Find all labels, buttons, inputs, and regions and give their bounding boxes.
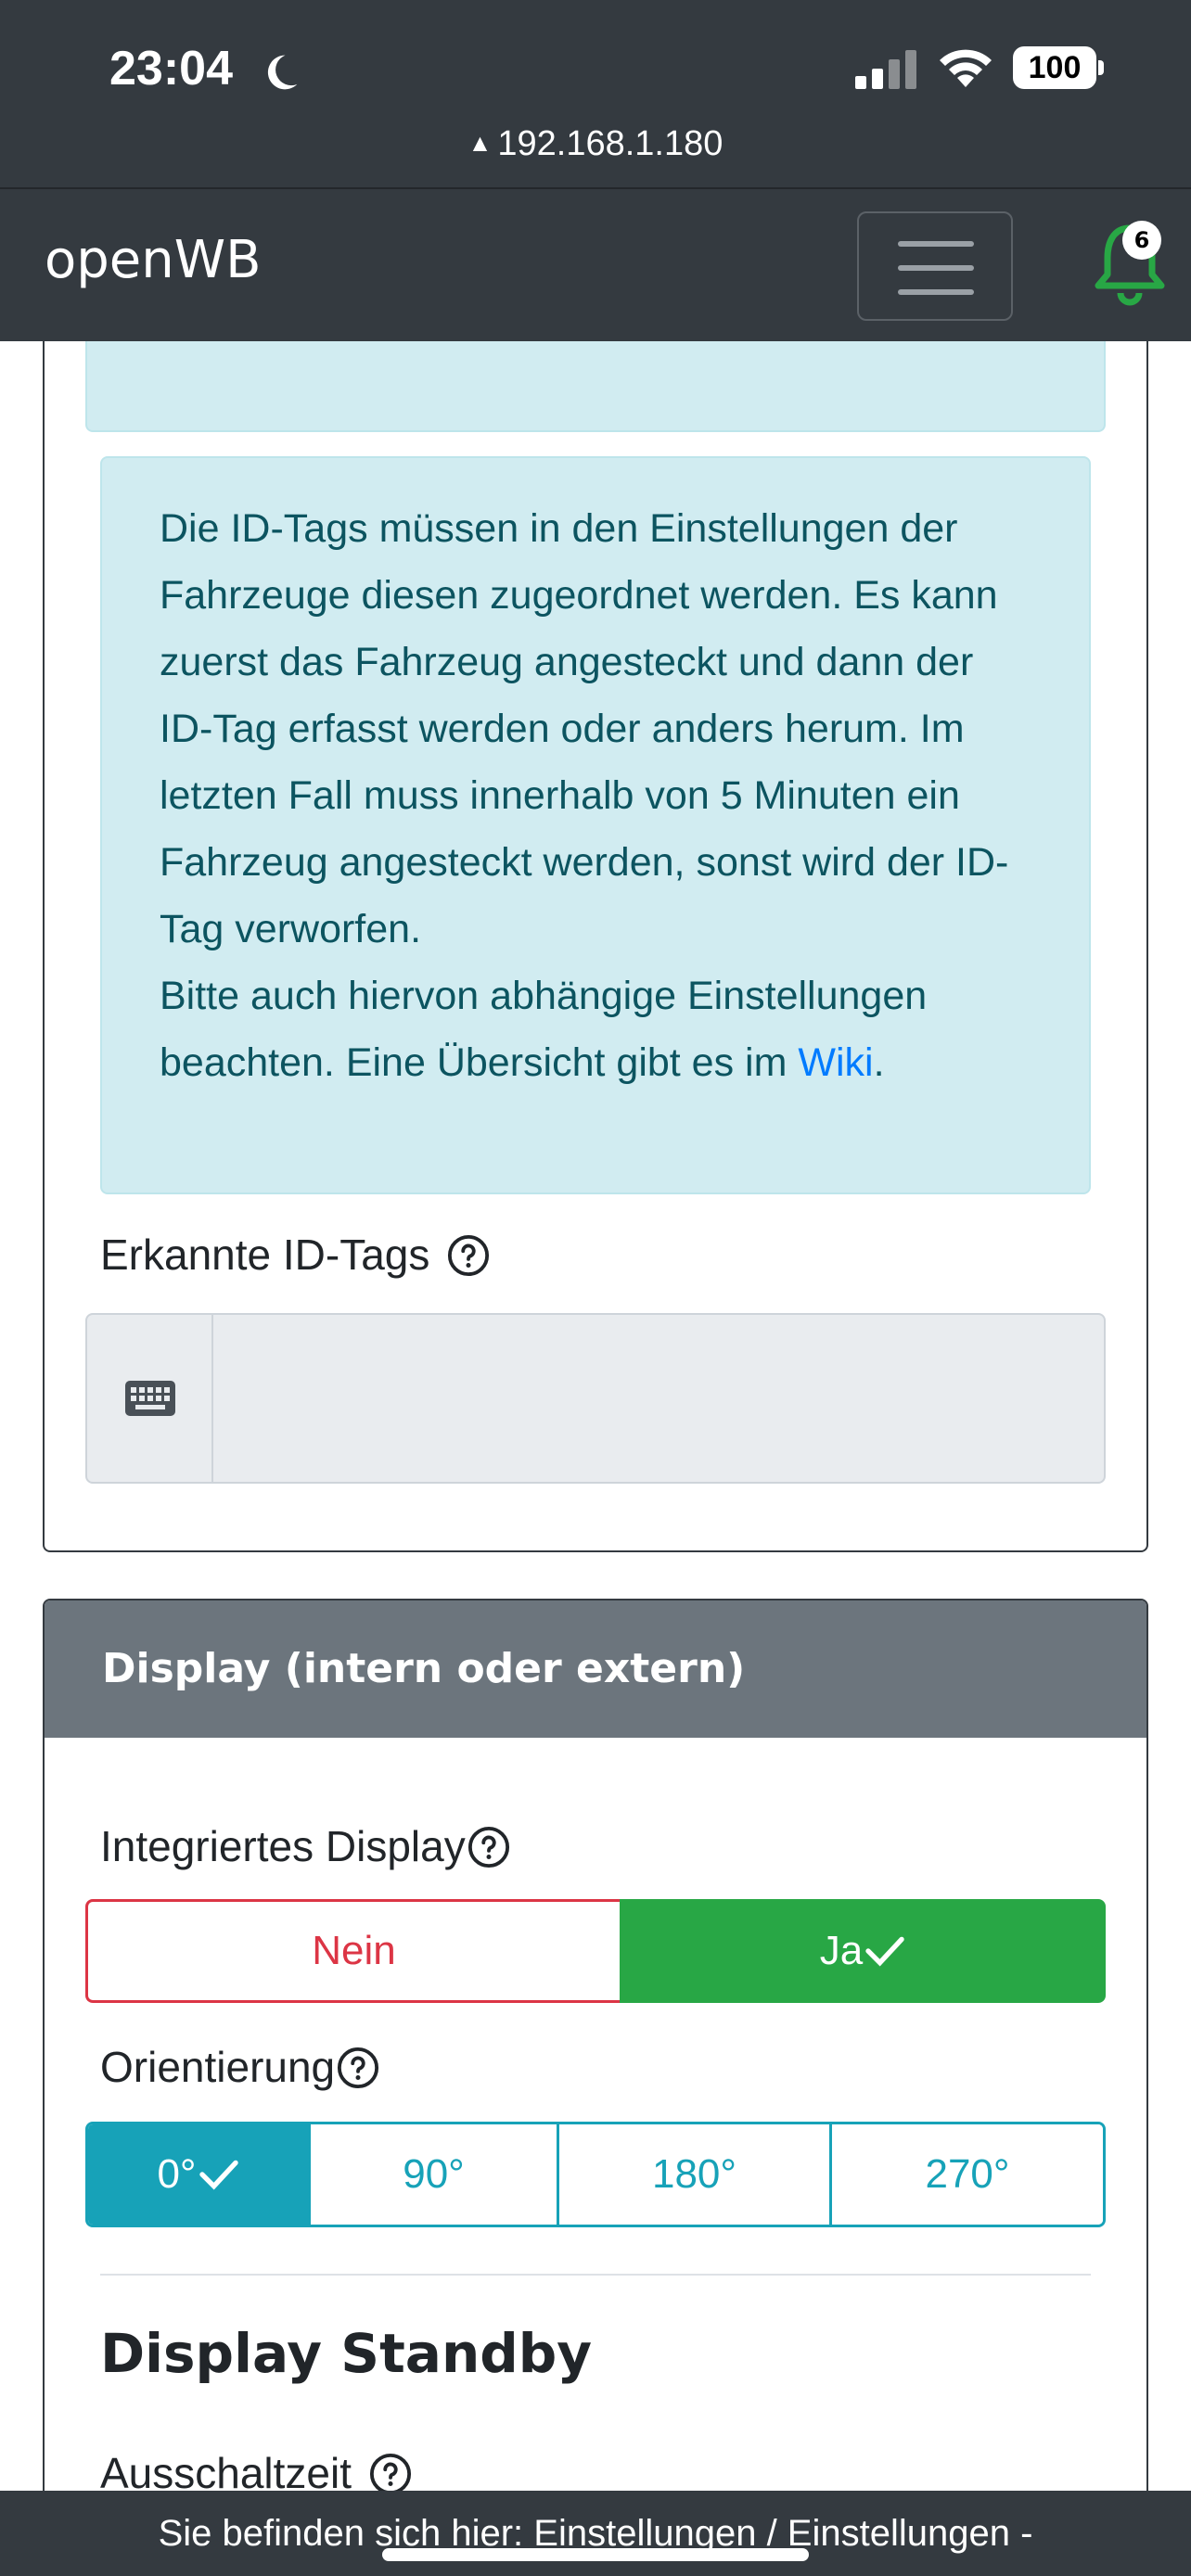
check-icon — [198, 2160, 238, 2190]
nein-button[interactable]: Nein — [85, 1899, 620, 2003]
divider — [100, 2274, 1091, 2276]
url-bar[interactable]: ▲ 192.168.1.180 — [0, 124, 1191, 164]
status-time: 23:04 — [109, 42, 233, 96]
help-icon[interactable] — [467, 1826, 510, 1868]
warning-icon: ▲ — [467, 129, 493, 157]
orientation-90-button[interactable]: 90° — [311, 2124, 559, 2225]
battery-level: 100 — [1013, 46, 1096, 89]
help-icon[interactable] — [447, 1234, 490, 1277]
alert-text: Die ID-Tags müssen in den Einstellungen … — [160, 506, 1009, 951]
check-icon — [865, 1936, 904, 1967]
orientation-label: Orientierung — [100, 2043, 336, 2091]
integrated-display-toggle: Nein Ja — [85, 1899, 1106, 2003]
orientation-270-button[interactable]: 270° — [832, 2124, 1103, 2225]
brand-logo[interactable]: openWB — [45, 230, 262, 290]
battery-icon: 100 — [1013, 46, 1104, 89]
wifi-icon — [940, 49, 992, 87]
orientation-180-button[interactable]: 180° — [559, 2124, 832, 2225]
display-card-header: Display (intern oder extern) — [45, 1600, 1146, 1738]
info-alert: Die ID-Tags müssen in den Einstellungen … — [100, 456, 1091, 1194]
orientation-label-row: Orientierung — [100, 2042, 379, 2092]
home-indicator[interactable] — [382, 2548, 809, 2561]
orientation-toggle: 0° 90° 180° 270° — [85, 2122, 1106, 2227]
integrated-display-label: Integriertes Display — [100, 1822, 466, 1870]
help-icon[interactable] — [369, 2453, 412, 2495]
integrated-display-label-row: Integriertes Display — [100, 1821, 510, 1871]
info-alert-previous — [85, 341, 1106, 432]
navbar: openWB 6 — [0, 187, 1191, 341]
menu-toggle-button[interactable] — [857, 211, 1013, 321]
moon-icon — [267, 55, 298, 90]
idtags-prepend — [87, 1315, 213, 1482]
url-text: 192.168.1.180 — [497, 124, 724, 163]
cellular-signal-icon — [855, 50, 916, 89]
wiki-link[interactable]: Wiki — [798, 1040, 873, 1085]
idtags-label-row: Erkannte ID-Tags — [100, 1230, 490, 1280]
orientation-0-button[interactable]: 0° — [88, 2124, 311, 2225]
help-icon[interactable] — [337, 2047, 379, 2089]
ja-button[interactable]: Ja — [620, 1899, 1106, 2003]
display-standby-title: Display Standby — [100, 2322, 593, 2385]
idtags-label: Erkannte ID-Tags — [100, 1231, 430, 1279]
breadcrumb-footer: Sie befinden sich hier: Einstellungen / … — [0, 2491, 1191, 2576]
ios-status-bar: 23:04 100 ▲ 192.168.1.180 — [0, 0, 1191, 187]
idtags-input-group — [85, 1313, 1106, 1484]
notification-badge: 6 — [1122, 221, 1161, 260]
keyboard-icon — [125, 1381, 175, 1416]
